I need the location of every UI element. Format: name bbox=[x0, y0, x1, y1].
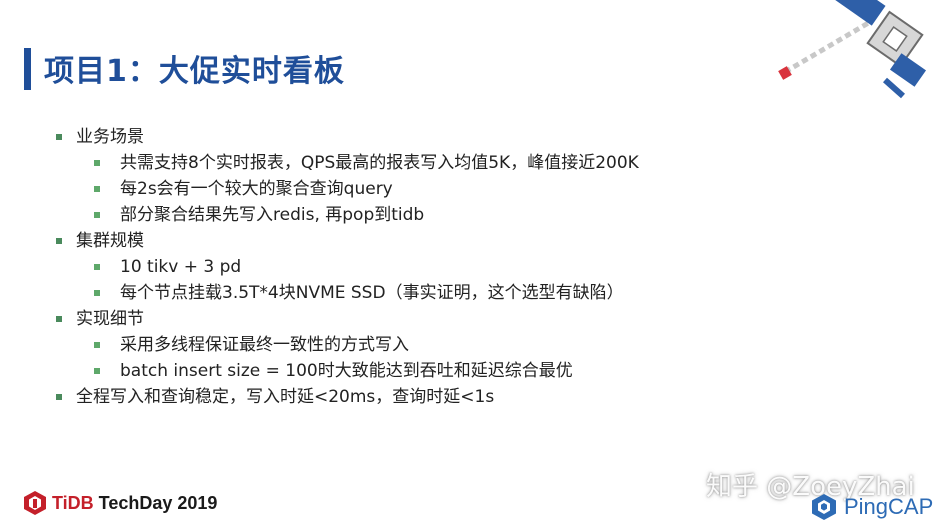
bullet-item-level1: 业务场景 bbox=[56, 124, 916, 150]
bullet-marker-icon bbox=[56, 394, 62, 400]
bullet-item-level2: 共需支持8个实时报表，QPS最高的报表写入均值5K，峰值接近200K bbox=[56, 150, 916, 176]
bullet-text: 全程写入和查询稳定，写入时延<20ms，查询时延<1s bbox=[76, 387, 495, 407]
bullet-item-level2: batch insert size = 100时大致能达到吞吐和延迟综合最优 bbox=[56, 358, 916, 384]
bullet-item-level1: 实现细节 bbox=[56, 306, 916, 332]
bullet-item-level2: 每2s会有一个较大的聚合查询query bbox=[56, 176, 916, 202]
event-logo: TiDB TechDay 2019 bbox=[24, 486, 217, 520]
company-name: PingCAP bbox=[844, 494, 934, 519]
bullet-list: 业务场景共需支持8个实时报表，QPS最高的报表写入均值5K，峰值接近200K 每2… bbox=[56, 124, 916, 410]
event-name: TiDB TechDay 2019 bbox=[52, 492, 218, 513]
bullet-text: 部分聚合结果先写入redis, 再pop到tidb bbox=[120, 205, 425, 225]
bullet-item-level2: 每个节点挂载3.5T*4块NVME SSD（事实证明，这个选型有缺陷） bbox=[56, 280, 916, 306]
bullet-text: batch insert size = 100时大致能达到吞吐和延迟综合最优 bbox=[120, 361, 573, 381]
bullet-text: 每个节点挂载3.5T*4块NVME SSD（事实证明，这个选型有缺陷） bbox=[120, 283, 624, 303]
bullet-text: 10 tikv + 3 pd bbox=[120, 257, 242, 277]
bullet-text: 采用多线程保证最终一致性的方式写入 bbox=[120, 335, 409, 355]
slide-title: 项目1：大促实时看板 bbox=[44, 54, 345, 89]
bullet-marker-icon bbox=[94, 264, 100, 270]
pingcap-logo-icon bbox=[812, 494, 836, 520]
bullet-marker-icon bbox=[56, 316, 62, 322]
bullet-text: 每2s会有一个较大的聚合查询query bbox=[120, 179, 393, 199]
tidb-logo-icon bbox=[24, 491, 46, 515]
bullet-text: 集群规模 bbox=[76, 231, 144, 251]
bullet-marker-icon bbox=[56, 238, 62, 244]
bullet-marker-icon bbox=[94, 186, 100, 192]
bullet-text: 实现细节 bbox=[76, 309, 144, 329]
bullet-text: 业务场景 bbox=[76, 127, 144, 147]
bullet-marker-icon bbox=[94, 160, 100, 166]
title-accent-bar bbox=[24, 48, 31, 90]
bullet-item-level1: 全程写入和查询稳定，写入时延<20ms，查询时延<1s bbox=[56, 384, 916, 410]
bullet-marker-icon bbox=[94, 368, 100, 374]
bullet-marker-icon bbox=[56, 134, 62, 140]
bullet-item-level2: 采用多线程保证最终一致性的方式写入 bbox=[56, 332, 916, 358]
bullet-text: 共需支持8个实时报表，QPS最高的报表写入均值5K，峰值接近200K bbox=[120, 153, 639, 173]
satellite-icon bbox=[778, 0, 927, 99]
bullet-marker-icon bbox=[94, 212, 100, 218]
bullet-marker-icon bbox=[94, 290, 100, 296]
bullet-item-level2: 10 tikv + 3 pd bbox=[56, 254, 916, 280]
bullet-marker-icon bbox=[94, 342, 100, 348]
bullet-item-level1: 集群规模 bbox=[56, 228, 916, 254]
slide: 项目1：大促实时看板 业务场景共需支持8个实时报表，QPS最高的报表写入均值5K… bbox=[0, 0, 939, 525]
company-logo: PingCAP bbox=[812, 494, 933, 520]
bullet-item-level2: 部分聚合结果先写入redis, 再pop到tidb bbox=[56, 202, 916, 228]
